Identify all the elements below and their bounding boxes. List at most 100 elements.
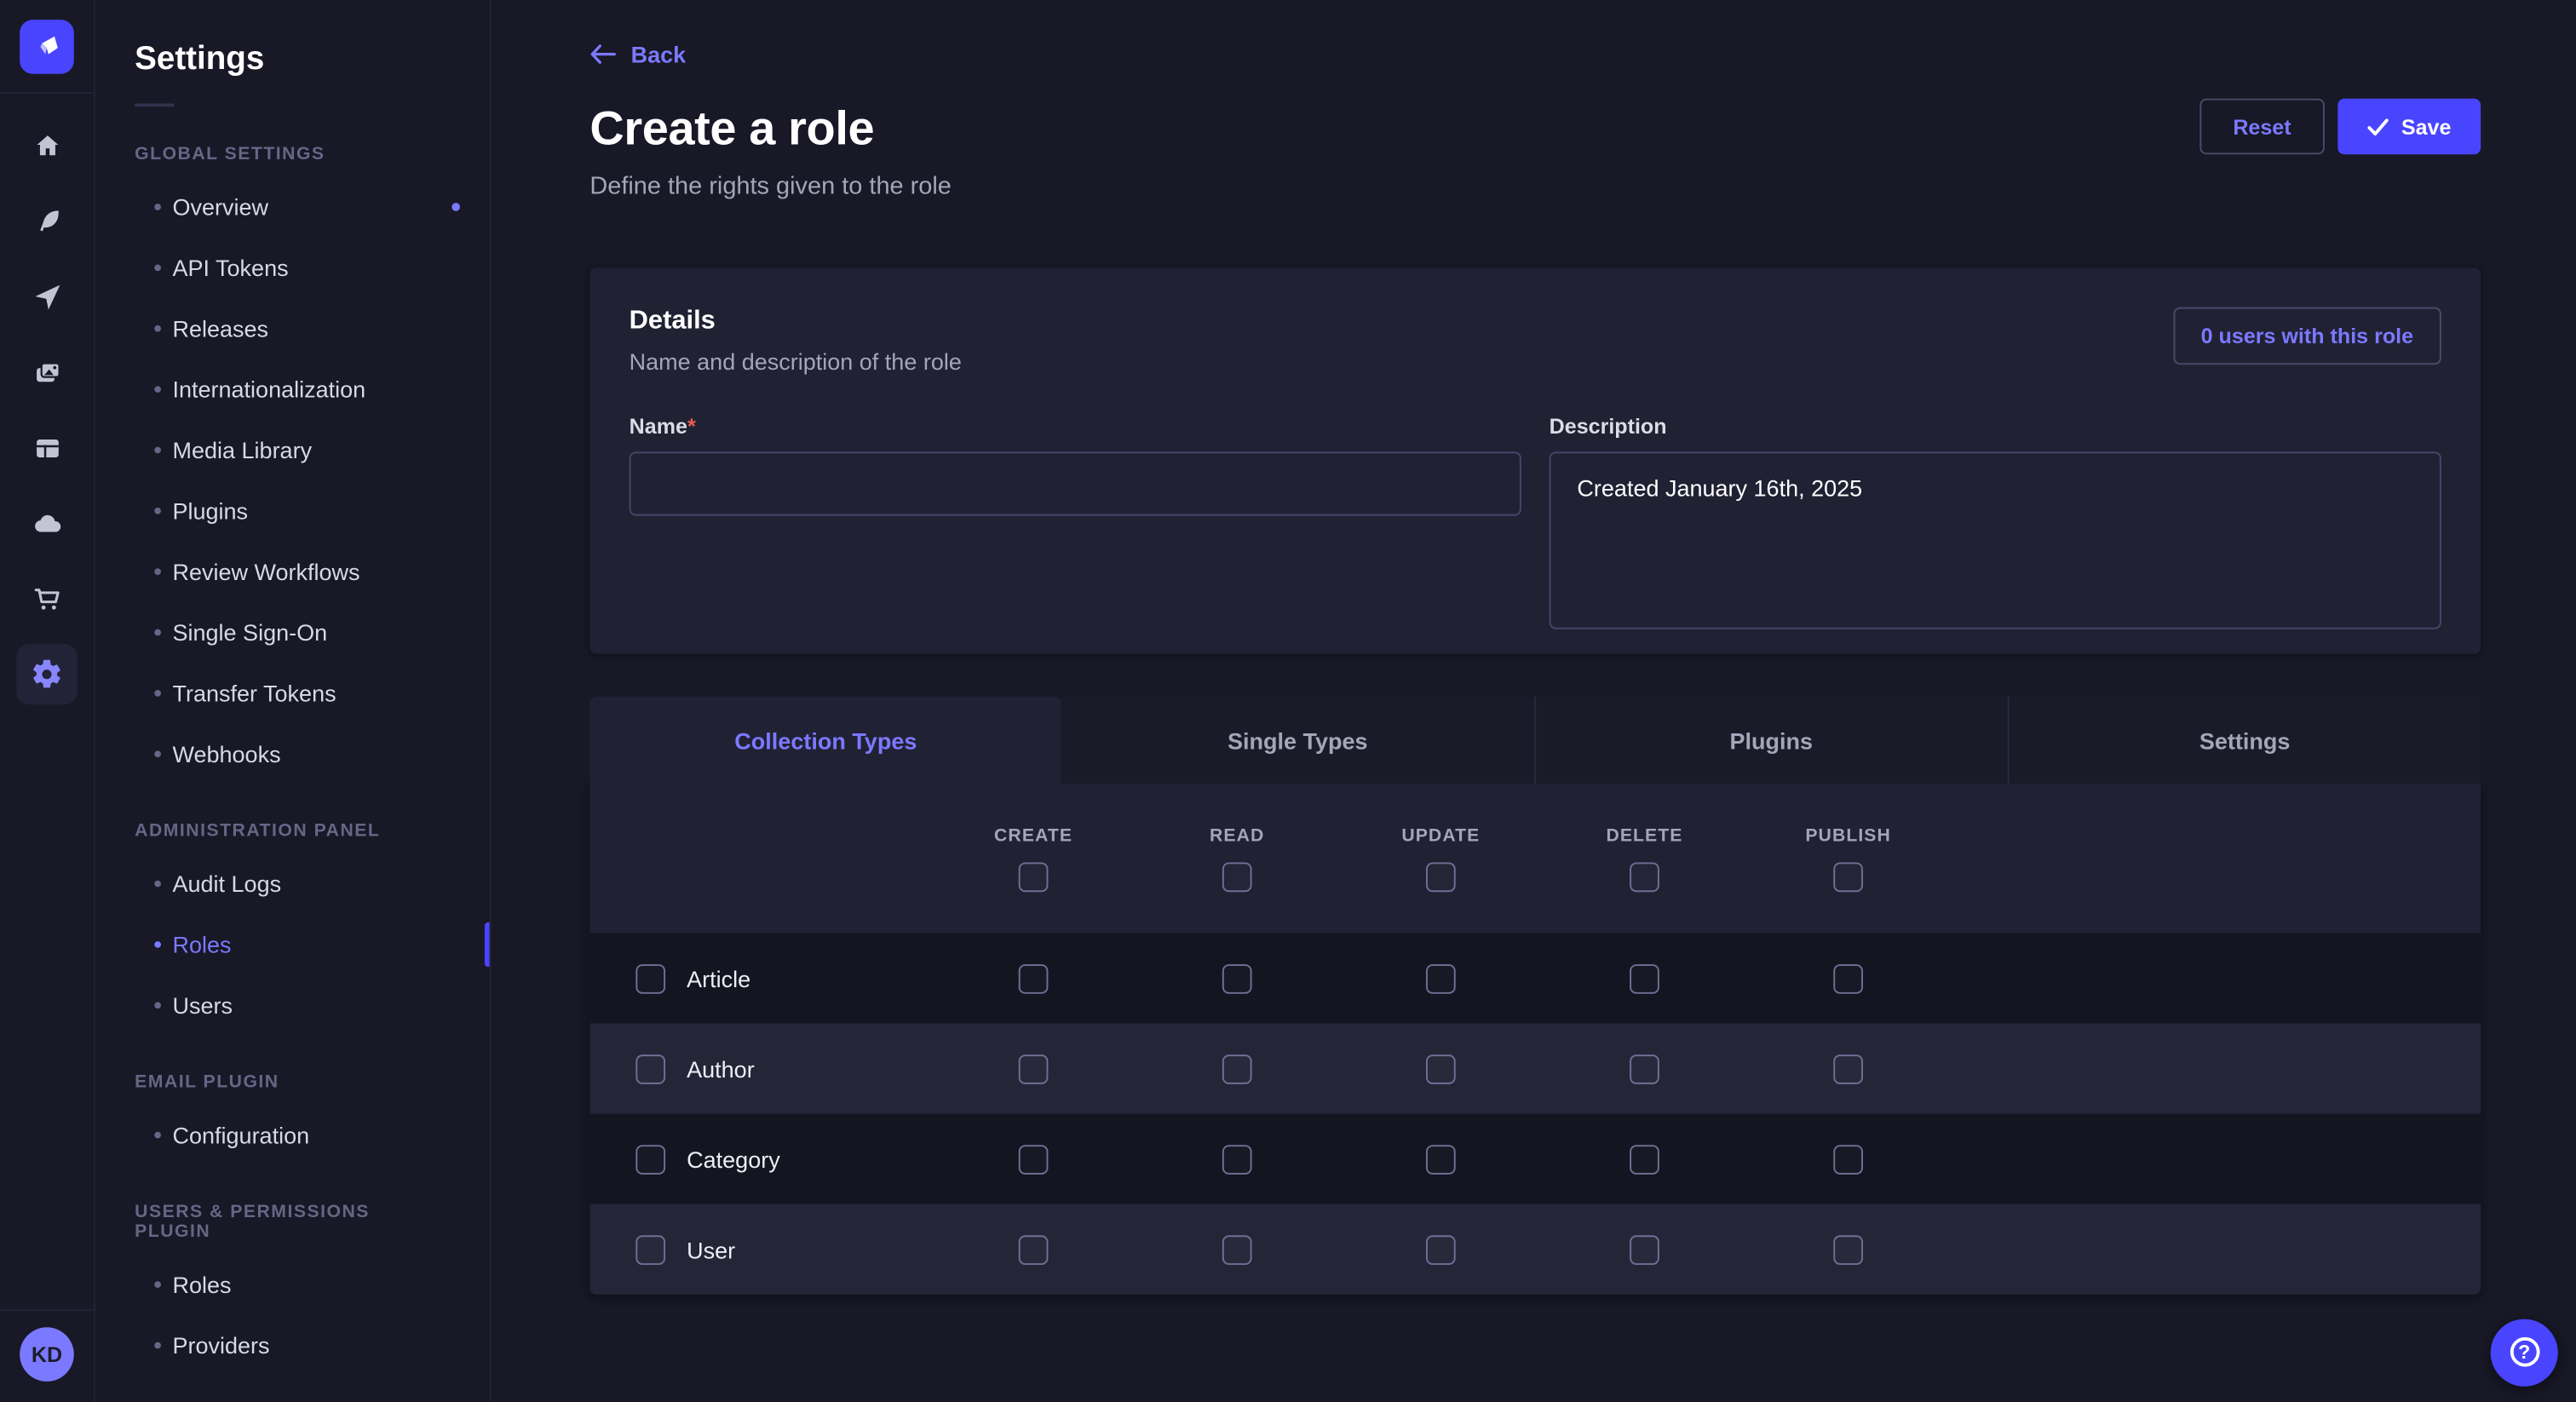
paper-plane-icon[interactable] bbox=[16, 266, 77, 326]
sidebar-item-label: Roles bbox=[172, 931, 231, 957]
reset-button[interactable]: Reset bbox=[2200, 99, 2324, 155]
name-label-text: Name bbox=[630, 414, 687, 439]
main-content: Back Create a role Define the rights giv… bbox=[492, 0, 2576, 1402]
bullet-icon bbox=[154, 629, 161, 635]
sidebar-item-webhooks[interactable]: Webhooks bbox=[95, 723, 490, 784]
category-publish-checkbox[interactable] bbox=[1833, 1144, 1863, 1174]
bullet-icon bbox=[154, 385, 161, 392]
select-all-create-checkbox[interactable] bbox=[1019, 862, 1049, 892]
select-all-update-checkbox[interactable] bbox=[1426, 862, 1456, 892]
help-button[interactable]: ? bbox=[2491, 1319, 2558, 1386]
category-create-checkbox[interactable] bbox=[1019, 1144, 1049, 1174]
cart-icon[interactable] bbox=[16, 568, 77, 629]
select-all-delete-checkbox[interactable] bbox=[1630, 862, 1659, 892]
author-delete-checkbox[interactable] bbox=[1630, 1054, 1659, 1083]
user-publish-checkbox[interactable] bbox=[1833, 1234, 1863, 1264]
section-email-plugin: EMAIL PLUGIN bbox=[95, 1072, 490, 1092]
sidebar-item-providers[interactable]: Providers bbox=[95, 1314, 490, 1375]
details-subtitle: Name and description of the role bbox=[630, 348, 962, 375]
column-create: CREATE bbox=[994, 825, 1072, 845]
select-all-publish-checkbox[interactable] bbox=[1833, 862, 1863, 892]
strapi-logo[interactable] bbox=[20, 19, 74, 73]
author-update-checkbox[interactable] bbox=[1426, 1054, 1456, 1083]
users-with-role-button[interactable]: 0 users with this role bbox=[2173, 307, 2441, 365]
bullet-icon bbox=[154, 1280, 161, 1287]
main-nav-rail: KD bbox=[0, 0, 95, 1402]
sidebar-item-audit-logs[interactable]: Audit Logs bbox=[95, 853, 490, 913]
sidebar-item-media-library[interactable]: Media Library bbox=[95, 419, 490, 480]
sidebar-item-releases[interactable]: Releases bbox=[95, 297, 490, 358]
sidebar-item-review-workflows[interactable]: Review Workflows bbox=[95, 540, 490, 600]
user-create-checkbox[interactable] bbox=[1019, 1234, 1049, 1264]
layout-icon[interactable] bbox=[16, 417, 77, 478]
sidebar-item-transfer-tokens[interactable]: Transfer Tokens bbox=[95, 662, 490, 722]
table-row-category: Category bbox=[589, 1114, 2481, 1204]
category-read-checkbox[interactable] bbox=[1222, 1144, 1252, 1174]
sidebar-item-overview[interactable]: Overview bbox=[95, 175, 490, 236]
sidebar-item-single-sign-on[interactable]: Single Sign-On bbox=[95, 601, 490, 662]
row-select-checkbox[interactable] bbox=[635, 1144, 665, 1174]
tab-settings[interactable]: Settings bbox=[2007, 697, 2481, 784]
save-label: Save bbox=[2401, 114, 2452, 139]
sidebar-item-users[interactable]: Users bbox=[95, 974, 490, 1035]
back-link[interactable]: Back bbox=[589, 41, 686, 67]
sidebar-item-internationalization[interactable]: Internationalization bbox=[95, 358, 490, 418]
sidebar-item-label: Webhooks bbox=[172, 740, 280, 767]
table-row-author: Author bbox=[589, 1023, 2481, 1113]
category-update-checkbox[interactable] bbox=[1426, 1144, 1456, 1174]
row-label: Author bbox=[687, 1055, 755, 1082]
article-update-checkbox[interactable] bbox=[1426, 963, 1456, 993]
user-read-checkbox[interactable] bbox=[1222, 1234, 1252, 1264]
bullet-icon bbox=[154, 507, 161, 514]
tab-plugins[interactable]: Plugins bbox=[1533, 697, 2007, 784]
row-select-checkbox[interactable] bbox=[635, 963, 665, 993]
row-select-checkbox[interactable] bbox=[635, 1234, 665, 1264]
article-read-checkbox[interactable] bbox=[1222, 963, 1252, 993]
article-create-checkbox[interactable] bbox=[1019, 963, 1049, 993]
permissions-tabbar: Collection Types Single Types Plugins Se… bbox=[589, 697, 2481, 784]
column-delete: DELETE bbox=[1606, 825, 1682, 845]
row-select-checkbox[interactable] bbox=[635, 1054, 665, 1083]
column-read: READ bbox=[1210, 825, 1264, 845]
category-delete-checkbox[interactable] bbox=[1630, 1144, 1659, 1174]
cloud-icon[interactable] bbox=[16, 493, 77, 554]
author-read-checkbox[interactable] bbox=[1222, 1054, 1252, 1083]
sidebar-item-configuration[interactable]: Configuration bbox=[95, 1104, 490, 1164]
sidebar-item-label: Releases bbox=[172, 314, 268, 341]
sidebar-item-roles-up[interactable]: Roles bbox=[95, 1253, 490, 1313]
tab-collection-types[interactable]: Collection Types bbox=[589, 697, 1061, 784]
feather-icon[interactable] bbox=[16, 191, 77, 251]
header-actions: Reset Save bbox=[2200, 99, 2481, 155]
home-icon[interactable] bbox=[16, 115, 77, 175]
bullet-icon bbox=[154, 750, 161, 756]
bullet-icon bbox=[154, 1131, 161, 1138]
sidebar-item-roles-admin[interactable]: Roles bbox=[95, 913, 490, 974]
strapi-logo-glyph bbox=[31, 30, 64, 63]
select-all-read-checkbox[interactable] bbox=[1222, 862, 1252, 892]
workspace-logo-area bbox=[0, 0, 94, 94]
user-avatar[interactable]: KD bbox=[20, 1326, 74, 1381]
bullet-icon bbox=[154, 1001, 161, 1008]
user-update-checkbox[interactable] bbox=[1426, 1234, 1456, 1264]
sidebar-item-plugins[interactable]: Plugins bbox=[95, 480, 490, 540]
details-title: Details bbox=[630, 307, 962, 337]
article-delete-checkbox[interactable] bbox=[1630, 963, 1659, 993]
name-input[interactable] bbox=[630, 451, 1521, 515]
sidebar-item-label: Providers bbox=[172, 1331, 269, 1358]
description-label: Description bbox=[1550, 414, 2441, 439]
article-publish-checkbox[interactable] bbox=[1833, 963, 1863, 993]
bullet-icon bbox=[154, 1342, 161, 1348]
sidebar-title: Settings bbox=[95, 0, 490, 79]
author-create-checkbox[interactable] bbox=[1019, 1054, 1049, 1083]
save-button[interactable]: Save bbox=[2337, 99, 2481, 155]
author-publish-checkbox[interactable] bbox=[1833, 1054, 1863, 1083]
sidebar-item-api-tokens[interactable]: API Tokens bbox=[95, 237, 490, 297]
description-textarea[interactable]: Created January 16th, 2025 bbox=[1550, 451, 2441, 629]
settings-gear-icon[interactable] bbox=[16, 644, 77, 704]
page-title: Create a role bbox=[589, 103, 2481, 158]
permissions-section: Collection Types Single Types Plugins Se… bbox=[589, 697, 2481, 1295]
tab-single-types[interactable]: Single Types bbox=[1061, 697, 1533, 784]
media-library-icon[interactable] bbox=[16, 342, 77, 402]
user-delete-checkbox[interactable] bbox=[1630, 1234, 1659, 1264]
sidebar-item-label: API Tokens bbox=[172, 254, 288, 280]
